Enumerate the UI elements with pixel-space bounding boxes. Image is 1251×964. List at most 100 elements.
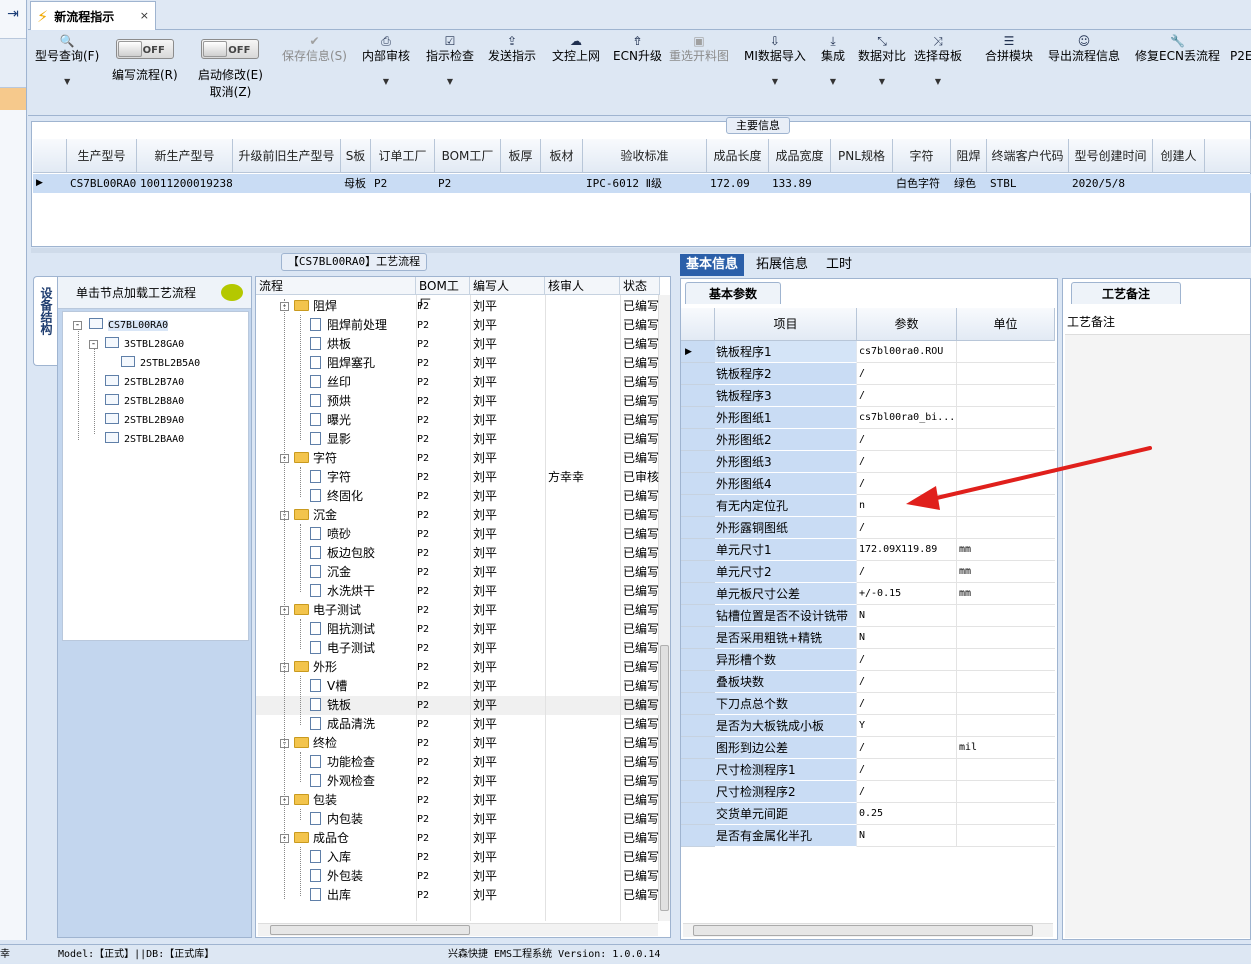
tab-device-structure[interactable]: 设备结构 [33, 276, 57, 366]
chevron-down-icon[interactable]: ▼ [858, 74, 906, 89]
param-row[interactable]: 铣板程序2/ [681, 363, 1055, 385]
close-icon[interactable]: × [140, 9, 149, 22]
grid-cell-2[interactable] [233, 174, 341, 193]
process-row[interactable]: 终检 P2 刘平 已编写 - [256, 734, 660, 753]
remarks-textarea[interactable] [1065, 334, 1250, 938]
param-unit[interactable] [957, 715, 1055, 737]
param-value[interactable]: / [857, 517, 957, 539]
param-row[interactable]: 铣板程序3/ [681, 385, 1055, 407]
grid-cell-11[interactable] [831, 174, 893, 193]
toolbar-button-5[interactable]: ☑ 指示检查 ▼ [426, 34, 474, 89]
grid-header-2[interactable]: 升级前旧生产型号 [233, 139, 341, 173]
param-unit[interactable] [957, 517, 1055, 539]
process-row[interactable]: 水洗烘干 P2 刘平 已编写 [256, 582, 660, 601]
toolbar-button-16[interactable]: 🔧 修复ECN丢流程 [1135, 34, 1220, 64]
process-row[interactable]: 烘板 P2 刘平 已编写 [256, 335, 660, 354]
param-row[interactable]: 单元板尺寸公差 +/-0.15 mm [681, 583, 1055, 605]
process-row[interactable]: 外包装 P2 刘平 已编写 [256, 867, 660, 886]
process-row[interactable]: 内包装 P2 刘平 已编写 [256, 810, 660, 829]
param-value[interactable]: Y [857, 715, 957, 737]
tree-node[interactable]: 2STBL2B5A0 [121, 356, 200, 372]
param-row[interactable]: 单元尺寸2/mm [681, 561, 1055, 583]
grid-cell-10[interactable]: 133.89 [769, 174, 831, 193]
nav-item-active[interactable] [0, 88, 26, 110]
process-row[interactable]: 包装 P2 刘平 已编写 - [256, 791, 660, 810]
param-value[interactable]: / [857, 385, 957, 407]
grid-cell-14[interactable]: STBL [987, 174, 1069, 193]
param-row[interactable]: 尺寸检测程序1/ [681, 759, 1055, 781]
tab-1[interactable]: 拓展信息 [750, 254, 814, 276]
param-row[interactable]: 外形露铜图纸 / [681, 517, 1055, 539]
param-row[interactable]: 单元尺寸1 172.09X119.89 mm [681, 539, 1055, 561]
param-unit[interactable] [957, 759, 1055, 781]
grid-header-13[interactable]: 阻焊 [951, 139, 987, 173]
param-value[interactable]: / [857, 363, 957, 385]
tree-node[interactable]: CS7BL00RA0 [89, 318, 169, 334]
grid-header-4[interactable]: 订单工厂 [371, 139, 435, 173]
toolbar-button-14[interactable]: ☰ 合拼模块 [985, 34, 1033, 64]
params-col-header-1[interactable]: 参数 [857, 308, 957, 341]
param-value[interactable]: N [857, 627, 957, 649]
horizontal-scrollbar[interactable] [683, 923, 1053, 937]
process-row[interactable]: V槽 P2 刘平 已编写 [256, 677, 660, 696]
process-row[interactable]: 功能检查 P2 刘平 已编写 [256, 753, 660, 772]
toolbar-button-6[interactable]: ⇪ 发送指示 [488, 34, 536, 64]
param-value[interactable]: / [857, 781, 957, 803]
toggle-switch[interactable]: OFF [201, 39, 260, 59]
param-unit[interactable] [957, 627, 1055, 649]
grid-header-9[interactable]: 成品长度 [707, 139, 769, 173]
tab-process-remarks[interactable]: 工艺备注 [1071, 282, 1181, 304]
param-row[interactable]: 下刀点总个数 / [681, 693, 1055, 715]
process-row[interactable]: 成品仓 P2 刘平 已编写 - [256, 829, 660, 848]
toolbar-button-1[interactable]: OFF 编写流程(R) [112, 39, 178, 83]
process-row[interactable]: 喷砂 P2 刘平 已编写 [256, 525, 660, 544]
grid-header-8[interactable]: 验收标准 [583, 139, 707, 173]
process-row[interactable]: 成品清洗 P2 刘平 已编写 [256, 715, 660, 734]
param-value[interactable]: N [857, 825, 957, 847]
process-row[interactable]: 电子测试 P2 刘平 已编写 [256, 639, 660, 658]
param-value[interactable]: / [857, 561, 957, 583]
param-row[interactable]: 是否有金属化半孔 N [681, 825, 1055, 847]
grid-cell-7[interactable] [541, 174, 583, 193]
tree-node[interactable]: 3STBL28GA0 [105, 337, 184, 353]
toolbar-button-8[interactable]: ⇮ ECN升级 [613, 34, 662, 64]
toolbar-button-2[interactable]: OFF 启动修改(E) 取消(Z) [198, 39, 263, 100]
params-col-header-2[interactable]: 单位 [957, 308, 1055, 341]
param-unit[interactable] [957, 781, 1055, 803]
toolbar-button-3[interactable]: ✔ 保存信息(S) [282, 34, 347, 64]
grid-cell-16[interactable] [1153, 174, 1205, 193]
chevron-down-icon[interactable]: ▼ [744, 74, 806, 89]
grid-header-14[interactable]: 终端客户代码 [987, 139, 1069, 173]
scrollbar-thumb[interactable] [693, 925, 1033, 936]
process-row[interactable]: 字符 P2 刘平 已编写 - [256, 449, 660, 468]
grid-cell-8[interactable]: IPC-6012 Ⅱ级 [583, 174, 707, 193]
chevron-down-icon[interactable]: ▼ [914, 74, 962, 89]
param-unit[interactable]: mm [957, 539, 1055, 561]
param-row[interactable]: 外形图纸1 cs7bl00ra0_bi... [681, 407, 1055, 429]
process-row[interactable]: 曝光 P2 刘平 已编写 [256, 411, 660, 430]
process-row[interactable]: 阻焊 P2 刘平 已编写 - [256, 297, 660, 316]
param-unit[interactable] [957, 803, 1055, 825]
chevron-down-icon[interactable]: ▼ [362, 74, 410, 89]
tree-node[interactable]: 2STBL2B8A0 [105, 394, 184, 410]
param-value[interactable]: 172.09X119.89 [857, 539, 957, 561]
param-value[interactable]: / [857, 649, 957, 671]
toggle-switch[interactable]: OFF [115, 39, 174, 59]
grid-header-1[interactable]: 新生产型号 [137, 139, 233, 173]
param-row[interactable]: 交货单元间距 0.25 [681, 803, 1055, 825]
param-value[interactable]: cs7bl00ra0.ROU [857, 341, 957, 363]
process-row[interactable]: 出库 P2 刘平 已编写 [256, 886, 660, 905]
param-value[interactable]: / [857, 737, 957, 759]
param-unit[interactable] [957, 649, 1055, 671]
process-row[interactable]: 沉金 P2 刘平 已编写 - [256, 506, 660, 525]
param-row[interactable]: 钻槽位置是否不设计铣带 N [681, 605, 1055, 627]
process-row[interactable]: 终固化 P2 刘平 已编写 [256, 487, 660, 506]
grid-header-16[interactable]: 创建人 [1153, 139, 1205, 173]
process-row[interactable]: 阻焊前处理 P2 刘平 已编写 [256, 316, 660, 335]
tab-2[interactable]: 工时 [820, 254, 858, 276]
process-row[interactable]: 显影 P2 刘平 已编写 [256, 430, 660, 449]
toolbar-button-0[interactable]: 🔍 型号查询(F) ▼ [35, 34, 99, 89]
chevron-down-icon[interactable]: ▼ [821, 74, 845, 89]
tab-0[interactable]: 基本信息 [680, 254, 745, 276]
toolbar-button-13[interactable]: ⤨ 选择母板 ▼ [914, 34, 962, 89]
